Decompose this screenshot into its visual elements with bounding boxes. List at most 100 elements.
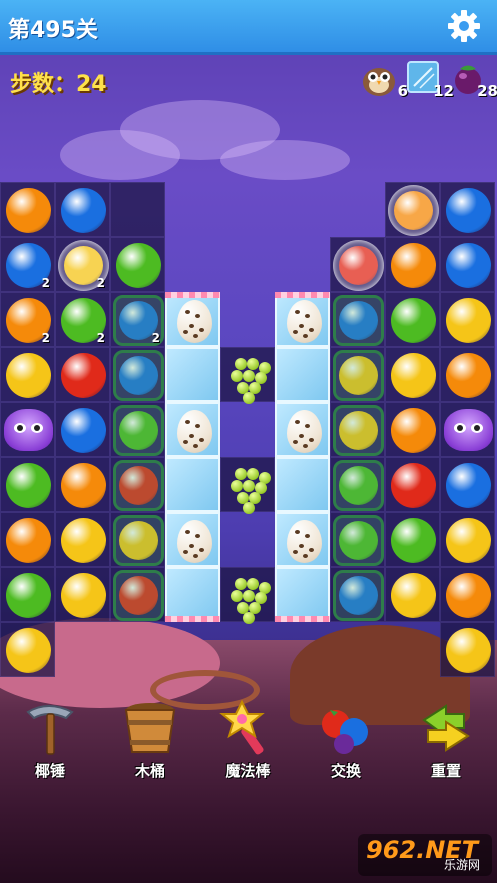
board-cell[interactable]	[440, 292, 495, 347]
board-cell[interactable]	[110, 237, 165, 292]
yellow-fruit-icon	[6, 353, 51, 398]
ice-tile[interactable]	[165, 402, 220, 457]
board-cell[interactable]: 2	[55, 237, 110, 292]
board-cell[interactable]	[110, 402, 165, 457]
board-cell[interactable]	[330, 512, 385, 567]
board-cell[interactable]	[110, 347, 165, 402]
board-cell[interactable]	[55, 567, 110, 622]
board-cell[interactable]	[440, 237, 495, 292]
grape-icon	[243, 392, 255, 404]
tool-bucket[interactable]: 木桶	[110, 698, 190, 781]
tool-swap[interactable]: 交换	[306, 698, 386, 781]
green-fruit-icon	[6, 463, 51, 508]
board-cell[interactable]	[0, 347, 55, 402]
board-cell[interactable]	[385, 457, 440, 512]
board-cell[interactable]	[330, 347, 385, 402]
board-cell[interactable]	[440, 622, 495, 677]
egg-spot	[195, 424, 200, 428]
board-cell[interactable]	[385, 512, 440, 567]
board-cell[interactable]	[330, 292, 385, 347]
board-cell-grape[interactable]	[220, 457, 275, 514]
egg-spot	[199, 328, 204, 332]
board-cell[interactable]	[440, 457, 495, 512]
board-cell[interactable]	[385, 347, 440, 402]
board-cell[interactable]	[385, 182, 440, 237]
egg-spot	[199, 548, 204, 552]
board-cell[interactable]	[55, 457, 110, 512]
ice-tile[interactable]	[275, 347, 330, 402]
egg-spot	[183, 550, 188, 554]
board-cell[interactable]	[0, 457, 55, 512]
board-cell[interactable]	[0, 622, 55, 677]
swap-fruits-icon	[322, 710, 368, 754]
board-cell[interactable]: 2	[55, 292, 110, 347]
ice-tile[interactable]	[275, 457, 330, 512]
board-cell[interactable]	[0, 567, 55, 622]
board-cell[interactable]	[0, 512, 55, 567]
orange-fruit-icon	[391, 243, 436, 288]
board-cell[interactable]	[330, 567, 385, 622]
ice-tile[interactable]	[275, 567, 330, 622]
bucket-icon	[124, 703, 176, 753]
yellow-fruit-icon	[391, 573, 436, 618]
yellow-fruit-icon	[446, 518, 491, 563]
grape-icon	[231, 590, 243, 602]
board-cell[interactable]	[440, 182, 495, 237]
board-cell[interactable]	[385, 237, 440, 292]
board-cell[interactable]	[0, 182, 55, 237]
egg-icon	[177, 300, 212, 343]
tool-magic-wand[interactable]: 魔法棒	[208, 698, 288, 781]
board-cell[interactable]	[110, 512, 165, 567]
board-cell[interactable]	[440, 512, 495, 567]
tool-reset[interactable]: 重置	[406, 698, 486, 781]
ice-tile[interactable]	[165, 457, 220, 512]
ice-tile[interactable]	[275, 292, 330, 347]
ice-tile[interactable]	[165, 347, 220, 402]
board-cell[interactable]	[330, 237, 385, 292]
board-cell-grape[interactable]	[220, 567, 275, 624]
goal-owl-monster: 6	[360, 60, 408, 100]
tool-label: 木桶	[134, 762, 165, 780]
board-cell[interactable]	[55, 512, 110, 567]
egg-spot	[299, 434, 304, 438]
board-cell[interactable]	[440, 567, 495, 622]
ice-tile[interactable]	[165, 292, 220, 347]
grape-icon	[231, 370, 243, 382]
board-cell[interactable]	[440, 402, 495, 457]
board-cell[interactable]: 2	[0, 292, 55, 347]
board-cell[interactable]	[385, 402, 440, 457]
board-cell[interactable]	[55, 182, 110, 237]
board-cell[interactable]	[385, 567, 440, 622]
grape-icon	[247, 468, 259, 480]
egg-spot	[293, 330, 298, 334]
tool-hammer[interactable]: 椰锤	[10, 698, 90, 781]
vine-cage-icon	[333, 460, 384, 511]
ice-tile[interactable]	[165, 567, 220, 622]
top-bar: 第495关	[0, 0, 497, 55]
yellow-fruit-icon	[391, 353, 436, 398]
grape-icon	[235, 468, 247, 480]
board-cell[interactable]: 2	[110, 292, 165, 347]
board-cell[interactable]	[110, 457, 165, 512]
vine-cage-icon	[113, 405, 164, 456]
egg-icon	[177, 410, 212, 453]
board-cell[interactable]	[110, 567, 165, 622]
gear-icon[interactable]	[446, 8, 482, 44]
egg-spot	[305, 534, 310, 538]
board-cell[interactable]	[0, 402, 55, 457]
egg-spot	[299, 324, 304, 328]
board-cell[interactable]	[440, 347, 495, 402]
layer-count: 2	[96, 276, 105, 290]
board-cell[interactable]	[55, 347, 110, 402]
board-cell-grape[interactable]	[220, 347, 275, 404]
egg-spot	[189, 434, 194, 438]
board-cell[interactable]	[385, 292, 440, 347]
board-cell[interactable]	[55, 402, 110, 457]
board-cell[interactable]	[330, 457, 385, 512]
ice-tile[interactable]	[275, 402, 330, 457]
board-cell[interactable]	[330, 402, 385, 457]
board-cell[interactable]	[110, 182, 165, 237]
ice-tile[interactable]	[165, 512, 220, 567]
ice-tile[interactable]	[275, 512, 330, 567]
board-cell[interactable]: 2	[0, 237, 55, 292]
